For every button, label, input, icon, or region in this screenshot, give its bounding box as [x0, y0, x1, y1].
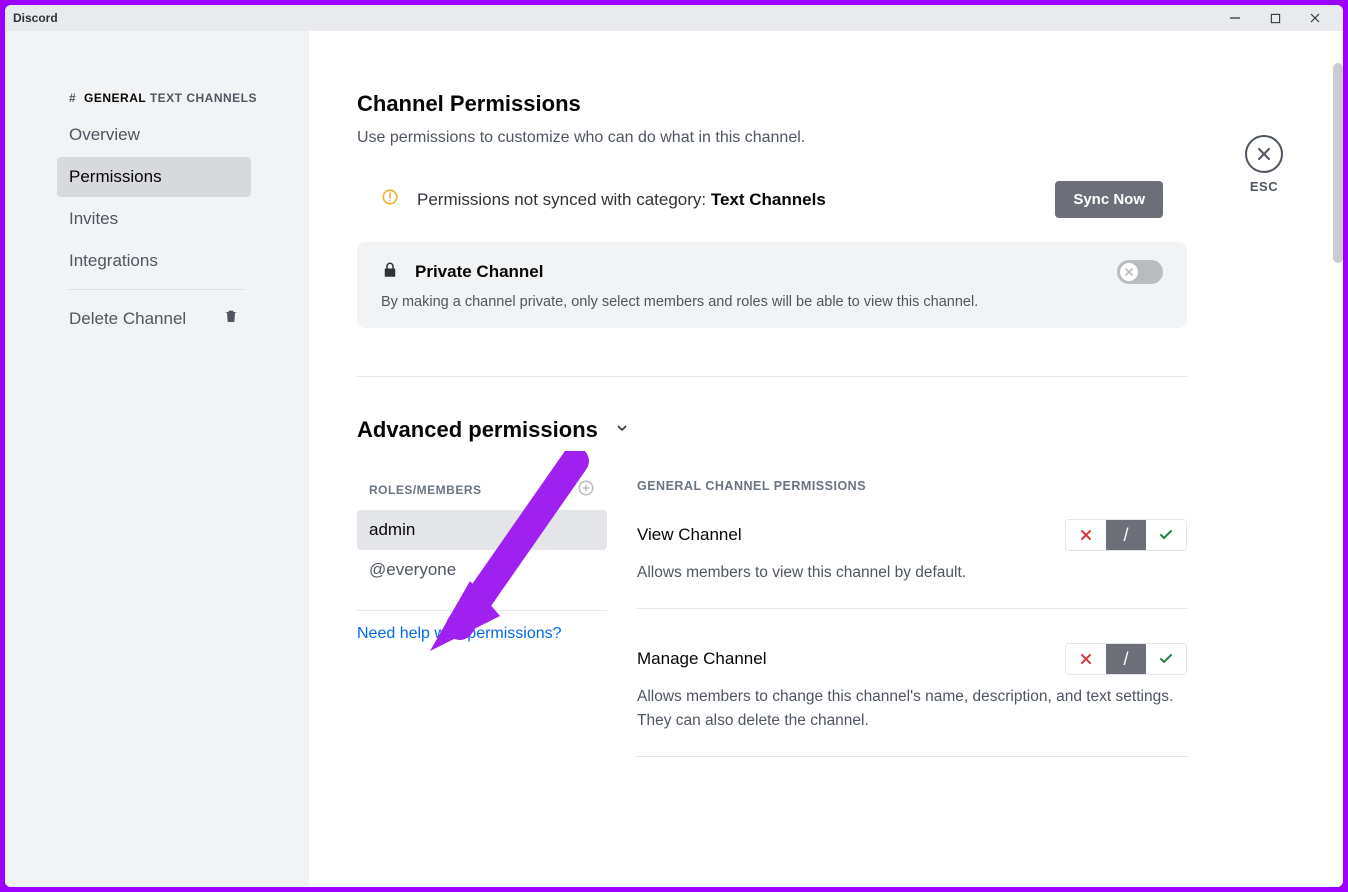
chevron-down-icon: [614, 420, 630, 441]
scrollbar[interactable]: [1333, 63, 1343, 263]
role-item-admin[interactable]: admin: [357, 510, 607, 550]
permission-allow-button[interactable]: [1146, 520, 1186, 550]
sync-now-button[interactable]: Sync Now: [1055, 181, 1163, 218]
permission-manage-channel: Manage Channel /: [637, 643, 1187, 757]
settings-content: Channel Permissions Use permissions to c…: [309, 31, 1343, 887]
permission-neutral-button[interactable]: /: [1106, 520, 1146, 550]
add-role-button[interactable]: [577, 479, 595, 500]
roles-column: ROLES/MEMBERS admin @everyone Need help …: [357, 479, 607, 791]
private-channel-card: Private Channel By making a channel priv…: [357, 242, 1187, 328]
permission-deny-button[interactable]: [1066, 644, 1106, 674]
sidebar-item-permissions[interactable]: Permissions: [57, 157, 251, 197]
advanced-permissions-header[interactable]: Advanced permissions: [357, 417, 1187, 443]
divider: [357, 376, 1187, 377]
sidebar-item-integrations[interactable]: Integrations: [57, 241, 251, 281]
lock-icon: [381, 261, 399, 284]
sidebar-item-overview[interactable]: Overview: [57, 115, 251, 155]
esc-label: ESC: [1245, 179, 1283, 194]
close-icon: [1245, 135, 1283, 173]
trash-icon: [223, 308, 239, 329]
roles-divider: [357, 610, 607, 611]
role-item-everyone[interactable]: @everyone: [357, 550, 607, 590]
roles-members-header: ROLES/MEMBERS: [369, 483, 482, 497]
permission-neutral-button[interactable]: /: [1106, 644, 1146, 674]
page-subtitle: Use permissions to customize who can do …: [357, 129, 1187, 147]
permission-name: Manage Channel: [637, 649, 766, 669]
settings-sidebar: # GENERAL TEXT CHANNELS Overview Permiss…: [5, 31, 309, 887]
advanced-permissions-title: Advanced permissions: [357, 417, 598, 443]
window-title: Discord: [13, 11, 58, 25]
sidebar-channel-name: GENERAL: [84, 91, 146, 105]
sidebar-delete-label: Delete Channel: [69, 309, 186, 329]
sidebar-channel-header: # GENERAL TEXT CHANNELS: [57, 91, 297, 115]
sync-text: Permissions not synced with category: Te…: [417, 190, 1055, 210]
private-channel-description: By making a channel private, only select…: [381, 294, 1163, 310]
permissions-column: GENERAL CHANNEL PERMISSIONS View Channel…: [637, 479, 1187, 791]
permission-description: Allows members to change this channel's …: [637, 685, 1187, 732]
permissions-category-header: GENERAL CHANNEL PERMISSIONS: [637, 479, 1187, 493]
private-channel-toggle[interactable]: [1117, 260, 1163, 284]
permission-allow-button[interactable]: [1146, 644, 1186, 674]
sidebar-channel-category: TEXT CHANNELS: [150, 91, 257, 105]
permission-name: View Channel: [637, 525, 742, 545]
window-titlebar: Discord: [5, 5, 1343, 31]
permission-view-channel: View Channel /: [637, 519, 1187, 609]
close-settings-button[interactable]: ESC: [1245, 135, 1283, 194]
permission-toggle-view-channel: /: [1065, 519, 1187, 551]
warning-icon: [381, 188, 399, 211]
window-minimize-button[interactable]: [1215, 5, 1255, 31]
hash-icon: #: [69, 91, 76, 105]
permission-toggle-manage-channel: /: [1065, 643, 1187, 675]
divider: [637, 608, 1187, 609]
sidebar-item-invites[interactable]: Invites: [57, 199, 251, 239]
permissions-help-link[interactable]: Need help with permissions?: [357, 625, 562, 642]
permission-description: Allows members to view this channel by d…: [637, 561, 1187, 584]
private-channel-title: Private Channel: [415, 262, 1117, 282]
window-close-button[interactable]: [1295, 5, 1335, 31]
sidebar-divider: [69, 289, 245, 290]
page-title: Channel Permissions: [357, 91, 1187, 117]
sync-notice: Permissions not synced with category: Te…: [357, 181, 1187, 218]
permission-deny-button[interactable]: [1066, 520, 1106, 550]
divider: [637, 756, 1187, 757]
sidebar-delete-channel[interactable]: Delete Channel: [57, 298, 251, 339]
window-maximize-button[interactable]: [1255, 5, 1295, 31]
